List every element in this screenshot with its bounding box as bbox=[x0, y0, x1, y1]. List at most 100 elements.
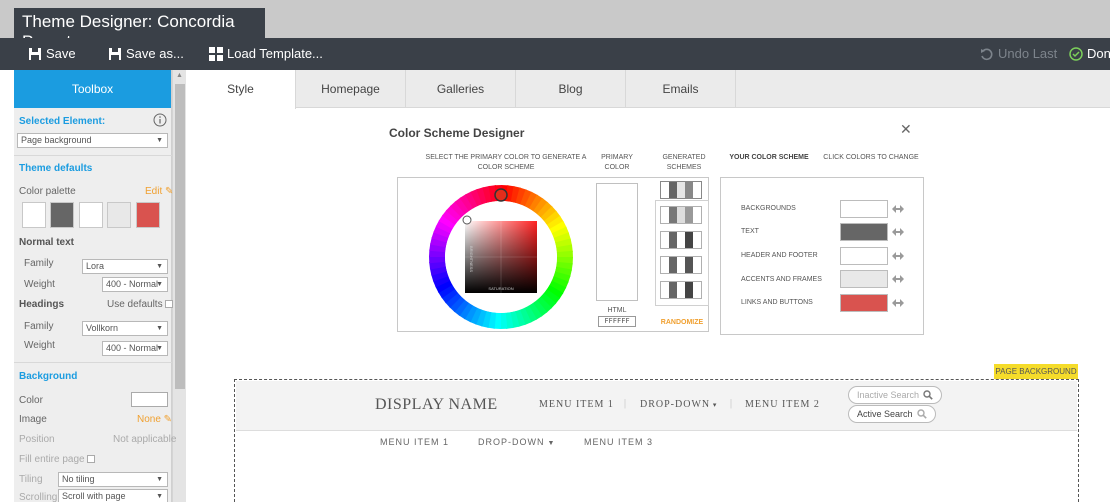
tab-galleries[interactable]: Galleries bbox=[406, 70, 516, 108]
swap-icon[interactable] bbox=[892, 299, 904, 307]
scheme-header-footer-label: HEADER AND FOOTER bbox=[741, 252, 818, 259]
save-as-label: Save as... bbox=[126, 46, 184, 61]
active-search[interactable]: Active Search bbox=[848, 405, 936, 423]
scheme-header-footer-swatch[interactable] bbox=[840, 247, 888, 265]
close-icon[interactable]: ✕ bbox=[900, 121, 912, 138]
headings-heading: Headings bbox=[19, 299, 65, 310]
checkbox-icon bbox=[86, 455, 95, 464]
info-icon[interactable] bbox=[153, 113, 167, 127]
hdr-primary: PRIMARY COLOR bbox=[601, 154, 633, 171]
generated-scheme-1[interactable] bbox=[660, 181, 702, 199]
save-as-button[interactable]: Save as... bbox=[108, 38, 184, 70]
headings-family-select[interactable]: Vollkorn ▼ bbox=[82, 321, 168, 336]
checkbox-icon bbox=[164, 300, 173, 309]
save-button[interactable]: Save bbox=[28, 38, 76, 70]
generated-scheme-4[interactable] bbox=[660, 256, 702, 274]
normal-weight-value: 400 - Normal bbox=[106, 279, 159, 289]
normal-family-label: Family bbox=[24, 258, 54, 269]
palette-swatch-3[interactable] bbox=[79, 202, 103, 228]
load-template-button[interactable]: Load Template... bbox=[209, 38, 323, 70]
edit-palette-link[interactable]: Edit ✎ bbox=[145, 186, 173, 197]
bg-image-value: None bbox=[137, 414, 161, 425]
bg-position-label: Position bbox=[19, 434, 55, 445]
caret-down-icon: ▼ bbox=[544, 440, 556, 447]
window-title: Theme Designer: Concordia Preset bbox=[14, 8, 265, 51]
fill-page-checkbox[interactable]: Fill entire page bbox=[19, 454, 95, 465]
scheme-text-swatch[interactable] bbox=[840, 223, 888, 241]
scheme-accents-swatch[interactable] bbox=[840, 270, 888, 288]
scheme-backgrounds-label: BACKGROUNDS bbox=[741, 205, 796, 212]
background-heading: Background bbox=[19, 371, 78, 382]
save-label: Save bbox=[46, 46, 76, 61]
palette-swatch-1[interactable] bbox=[22, 202, 46, 228]
selected-element-select[interactable]: Page background ▼ bbox=[17, 133, 168, 148]
chevron-down-icon: ▼ bbox=[156, 325, 163, 332]
generated-scheme-3[interactable] bbox=[660, 231, 702, 249]
scroll-thumb[interactable] bbox=[175, 84, 185, 389]
bg-image-picker[interactable]: None ✎ bbox=[137, 414, 172, 425]
saturation-label: SATURATION bbox=[488, 286, 513, 291]
tab-blog[interactable]: Blog bbox=[516, 70, 626, 108]
scheme-text-label: TEXT bbox=[741, 228, 759, 235]
tab-bar: Style Homepage Galleries Blog Emails bbox=[186, 70, 1110, 109]
use-defaults-checkbox[interactable]: Use defaults bbox=[107, 299, 173, 310]
bg-image-label: Image bbox=[19, 414, 47, 425]
normal-weight-select[interactable]: 400 - Normal ▼ bbox=[102, 277, 168, 292]
headings-weight-select[interactable]: 400 - Normal ▼ bbox=[102, 341, 168, 356]
swap-icon[interactable] bbox=[892, 205, 904, 213]
swap-icon[interactable] bbox=[892, 275, 904, 283]
headings-weight-label: Weight bbox=[24, 340, 55, 351]
palette-swatch-4[interactable] bbox=[107, 202, 131, 228]
sub-menu-item-1[interactable]: MENU ITEM 1 bbox=[380, 437, 449, 447]
sub-menu-item-3[interactable]: MENU ITEM 3 bbox=[584, 437, 653, 447]
scheme-links-swatch[interactable] bbox=[840, 294, 888, 312]
sv-handle[interactable] bbox=[462, 215, 472, 225]
tab-style[interactable]: Style bbox=[186, 70, 296, 109]
menu-separator: | bbox=[624, 398, 627, 409]
scroll-up-icon[interactable]: ▲ bbox=[176, 72, 183, 79]
tab-emails[interactable]: Emails bbox=[626, 70, 736, 108]
inactive-search[interactable]: Inactive Search bbox=[848, 386, 943, 404]
randomize-button[interactable]: RANDOMIZE bbox=[655, 318, 709, 328]
menu-dropdown[interactable]: DROP-DOWN ▾ bbox=[640, 399, 717, 410]
color-palette-label: Color palette bbox=[19, 186, 76, 197]
headings-family-value: Vollkorn bbox=[86, 323, 119, 333]
palette-swatch-2[interactable] bbox=[50, 202, 74, 228]
designer-title: Color Scheme Designer bbox=[389, 126, 525, 140]
pencil-icon: ✎ bbox=[160, 414, 173, 425]
sub-menu-dropdown[interactable]: DROP-DOWN ▼ bbox=[478, 437, 555, 447]
swap-icon[interactable] bbox=[892, 252, 904, 260]
chevron-down-icon: ▼ bbox=[156, 281, 163, 288]
generated-scheme-2[interactable] bbox=[660, 206, 702, 224]
edit-label: Edit bbox=[145, 186, 163, 197]
html-hex-input[interactable]: FFFFFF bbox=[598, 316, 636, 327]
menu-item-1[interactable]: MENU ITEM 1 bbox=[539, 399, 614, 410]
swap-icon[interactable] bbox=[892, 228, 904, 236]
chevron-down-icon: ▼ bbox=[156, 493, 163, 500]
tiling-label: Tiling bbox=[19, 474, 43, 485]
hdr-yours: YOUR COLOR SCHEME bbox=[729, 154, 809, 161]
page-background-tag: PAGE BACKGROUND bbox=[994, 364, 1078, 379]
selected-element-value: Page background bbox=[21, 135, 92, 145]
chevron-down-icon: ▼ bbox=[156, 345, 163, 352]
undo-button[interactable]: Undo Last bbox=[980, 38, 1057, 70]
save-icon bbox=[29, 48, 41, 60]
display-name[interactable]: DISPLAY NAME bbox=[375, 396, 498, 414]
done-button[interactable]: Done bbox=[1069, 38, 1110, 70]
search-icon bbox=[916, 409, 927, 419]
scheme-backgrounds-swatch[interactable] bbox=[840, 200, 888, 218]
bg-color-swatch[interactable] bbox=[131, 392, 168, 407]
palette-swatch-5[interactable] bbox=[136, 202, 160, 228]
menu-item-2[interactable]: MENU ITEM 2 bbox=[745, 399, 820, 410]
chevron-down-icon: ▼ bbox=[156, 137, 163, 144]
normal-family-select[interactable]: Lora ▼ bbox=[82, 259, 168, 274]
scrolling-select[interactable]: Scroll with page ▼ bbox=[58, 489, 168, 502]
menu-separator: | bbox=[730, 398, 733, 409]
hue-handle[interactable] bbox=[494, 188, 508, 202]
tab-homepage[interactable]: Homepage bbox=[296, 70, 406, 108]
tiling-value: No tiling bbox=[62, 474, 95, 484]
tiling-select[interactable]: No tiling ▼ bbox=[58, 472, 168, 487]
generated-scheme-5[interactable] bbox=[660, 281, 702, 299]
color-wheel[interactable]: BRIGHTNESS SATURATION bbox=[428, 184, 574, 330]
divider bbox=[14, 362, 172, 363]
